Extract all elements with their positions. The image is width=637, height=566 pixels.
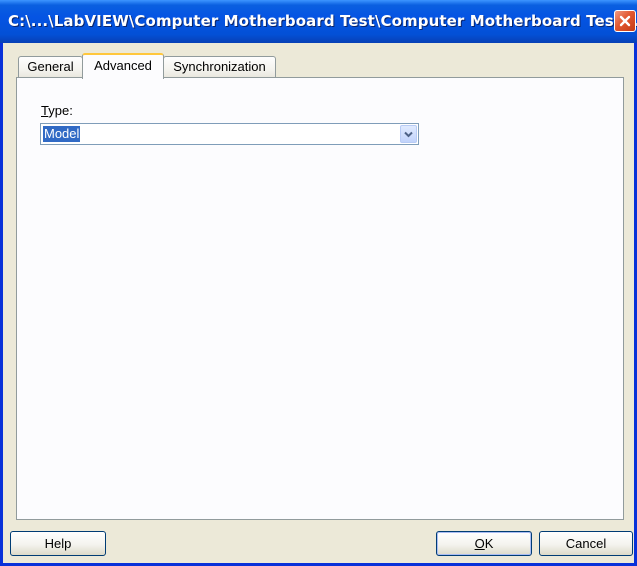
type-select[interactable]: Model [40,123,419,145]
close-button[interactable] [614,10,636,32]
type-label-text: ype: [48,103,73,118]
ok-button-label: K [484,536,494,551]
tab-general[interactable]: General [18,56,83,78]
tab-advanced[interactable]: Advanced [82,53,164,79]
close-icon [619,15,631,27]
type-select-value: Model [41,125,82,143]
ok-button-mnemonic: O [474,536,485,551]
type-select-dropdown-button[interactable] [400,125,417,143]
chevron-down-icon [404,131,413,137]
cancel-button[interactable]: Cancel [539,531,633,556]
ok-button[interactable]: OK [436,531,532,556]
help-button[interactable]: Help [10,531,106,556]
advanced-tab-panel: Type: Model [16,77,624,520]
type-label: Type: [41,103,73,118]
tab-synchronization[interactable]: Synchronization [163,56,276,78]
dialog-window: C:\...\LabVIEW\Computer Motherboard Test… [0,0,637,566]
title-bar[interactable]: C:\...\LabVIEW\Computer Motherboard Test… [0,0,637,43]
window-title: C:\...\LabVIEW\Computer Motherboard Test… [8,12,637,30]
